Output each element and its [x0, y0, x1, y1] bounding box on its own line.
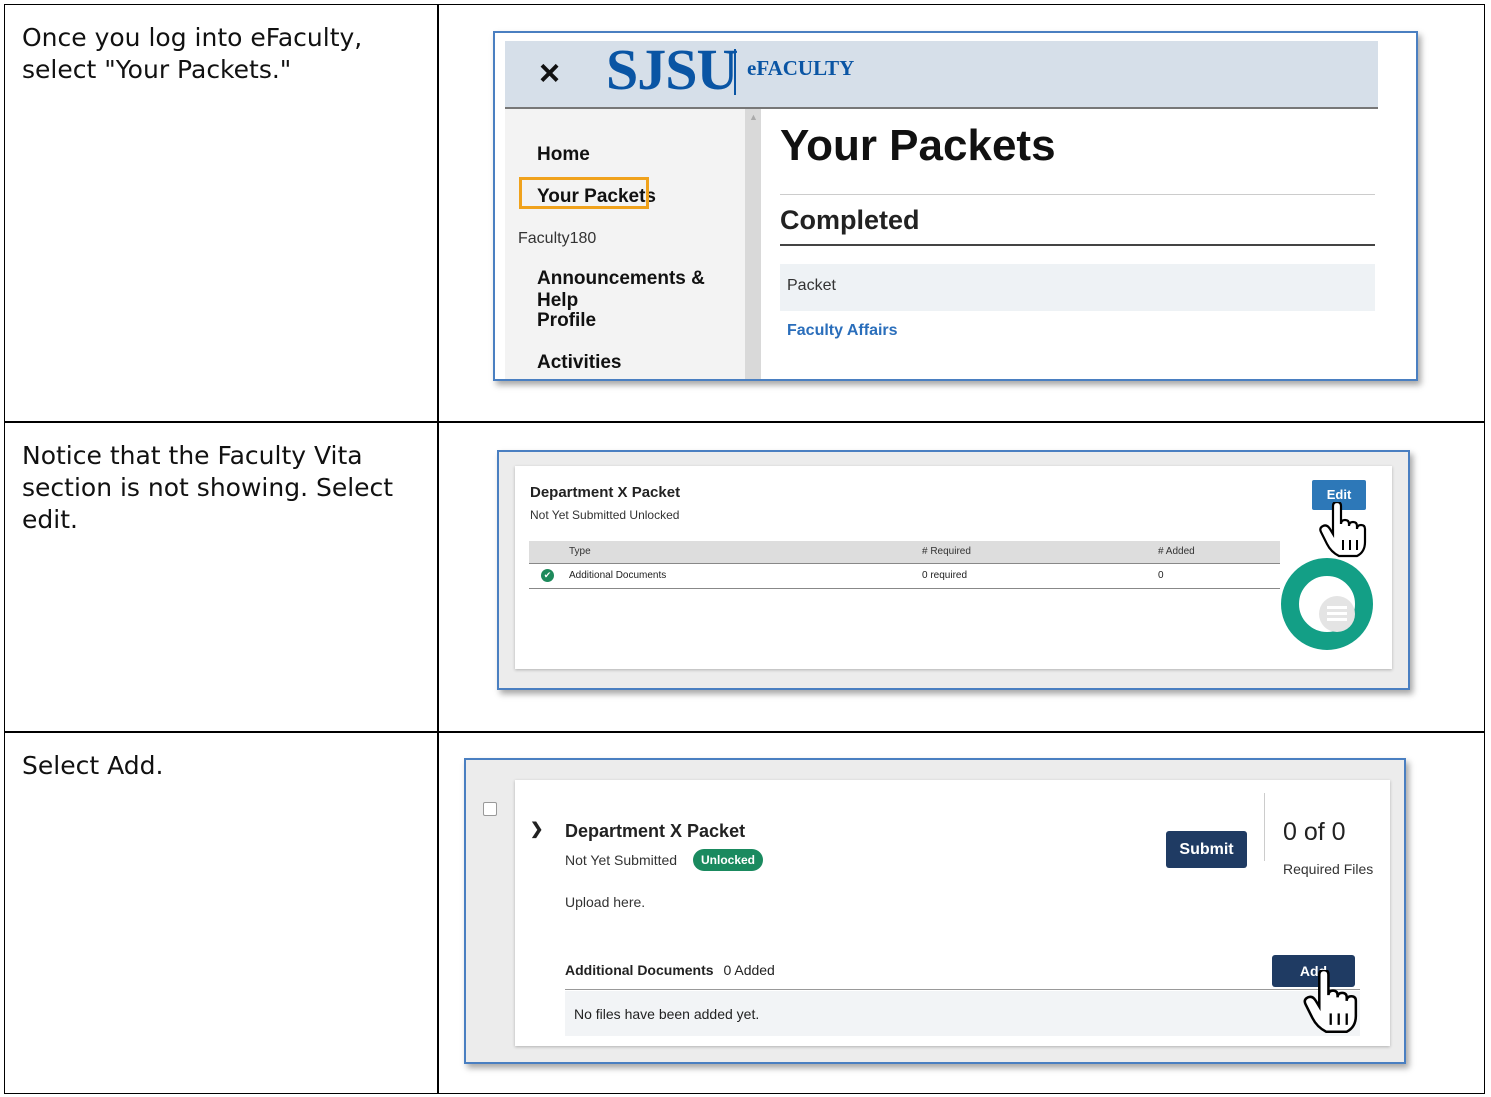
section-header: Additional Documents 0 Added	[565, 962, 775, 978]
nav-activities[interactable]: Activities	[537, 352, 621, 374]
instruction-text: Once you log into eFaculty, select "Your…	[22, 23, 363, 84]
logo-separator	[734, 49, 736, 95]
sjsu-logo: SJSU	[606, 37, 738, 102]
nav-announcements[interactable]: Announcements & Help	[537, 268, 745, 312]
pointing-hand-icon	[1303, 970, 1358, 1033]
submit-button[interactable]: Submit	[1166, 831, 1247, 868]
row-required: 0 required	[922, 570, 968, 581]
divider	[565, 989, 1360, 990]
status-badge: Unlocked	[693, 849, 764, 871]
row-added: 0	[1158, 570, 1164, 581]
divider	[780, 244, 1375, 246]
nav-home[interactable]: Home	[537, 144, 590, 166]
close-icon[interactable]: ×	[539, 53, 560, 93]
table-header: Packet	[780, 264, 1375, 311]
highlight-box	[519, 177, 649, 209]
section-count: 0 Added	[723, 962, 775, 978]
chevron-down-icon[interactable]: ❯	[530, 819, 543, 839]
column-type: Type	[569, 546, 591, 557]
progress-donut-icon	[1281, 558, 1373, 650]
screenshot-your-packets: × SJSU eFACULTY Home Your Packets Facult…	[493, 31, 1418, 381]
sidebar: Home Your Packets Faculty180 Announcemen…	[505, 109, 745, 379]
packet-status: Not Yet Submitted	[565, 852, 678, 868]
upload-instructions: Upload here.	[565, 894, 646, 910]
row-divider	[4, 421, 1485, 423]
table-row: ✔ Additional Documents 0 required 0	[529, 564, 1280, 589]
screenshot-packet-edit: Department X Packet Not Yet Submitted Un…	[497, 450, 1410, 690]
packet-title: Department X Packet	[530, 484, 681, 501]
column-added: # Added	[1158, 546, 1195, 557]
divider	[780, 194, 1375, 195]
section-label: Additional Documents	[565, 962, 714, 978]
section-heading: Completed	[780, 205, 920, 235]
page-title: Your Packets	[780, 121, 1056, 170]
column-packet: Packet	[787, 277, 836, 294]
row-type: Additional Documents	[569, 570, 667, 581]
instruction-text: Notice that the Faculty Vita section is …	[22, 441, 394, 534]
check-circle-icon: ✔	[541, 569, 554, 582]
table-header: Type # Required # Added	[529, 541, 1280, 564]
instruction-text: Select Add.	[22, 751, 164, 780]
packet-title: Department X Packet	[565, 821, 746, 841]
pointing-hand-icon	[1319, 502, 1367, 558]
sidebar-scrollbar[interactable]: ▲	[745, 109, 761, 379]
column-required: # Required	[922, 546, 971, 557]
empty-message: No files have been added yet.	[574, 1006, 760, 1022]
column-divider	[437, 4, 439, 1094]
select-checkbox[interactable]	[483, 802, 497, 816]
nav-profile[interactable]: Profile	[537, 310, 596, 332]
screenshot-packet-add: ❯ Department X Packet Not Yet Submitted …	[464, 758, 1406, 1064]
row-divider	[4, 731, 1485, 733]
packet-card: Department X Packet Not Yet Submitted Un…	[515, 466, 1392, 669]
nav-section-label: Faculty180	[518, 230, 597, 247]
empty-state: No files have been added yet.	[565, 991, 1360, 1036]
efaculty-brand: eFACULTY	[747, 56, 855, 80]
efaculty-header: × SJSU eFACULTY	[505, 37, 1378, 109]
packet-card: ❯ Department X Packet Not Yet Submitted …	[515, 780, 1390, 1046]
scroll-up-icon[interactable]: ▲	[749, 112, 758, 122]
required-count: 0 of 0	[1283, 818, 1346, 846]
packet-status: Not Yet Submitted Unlocked	[530, 508, 680, 522]
faculty-affairs-link[interactable]: Faculty Affairs	[787, 322, 898, 340]
divider	[1264, 793, 1265, 861]
required-files-label: Required Files	[1283, 861, 1374, 877]
